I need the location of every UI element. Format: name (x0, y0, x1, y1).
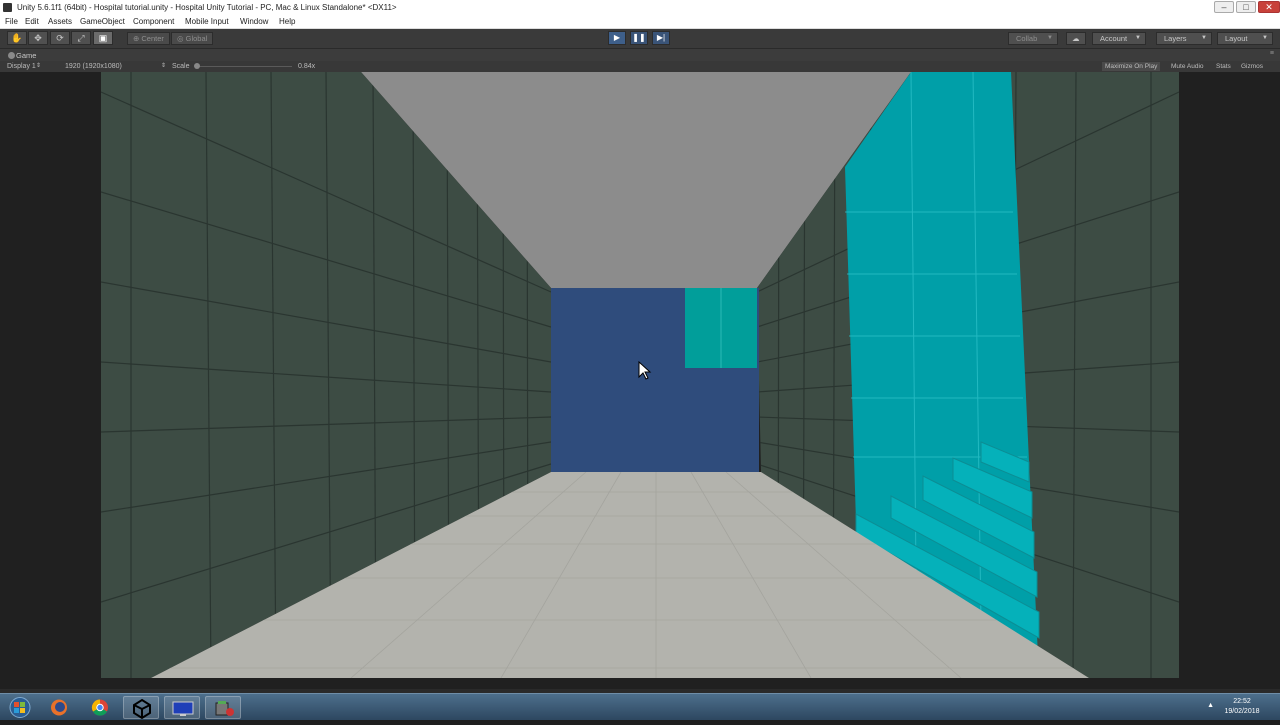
space-label: Global (185, 34, 208, 43)
clock-date: 19/02/2018 (1224, 708, 1260, 715)
maximize-button[interactable]: □ (1236, 1, 1256, 13)
menu-gameobject[interactable]: GameObject (80, 15, 125, 28)
menu-help[interactable]: Help (279, 15, 295, 28)
window-title-bar: Unity 5.6.1f1 (64bit) - Hospital tutoria… (0, 0, 1280, 15)
menu-file[interactable]: File (5, 15, 18, 28)
collab-label: Collab (1016, 34, 1038, 43)
menu-component[interactable]: Component (133, 15, 174, 28)
rect-tool-icon[interactable]: ▣ (93, 31, 113, 45)
pivot-label: Center (141, 34, 164, 43)
pause-button[interactable]: ❚❚ (630, 31, 648, 45)
scale-value: 0.84x (298, 63, 316, 70)
stats-toggle[interactable]: Stats (1213, 62, 1234, 71)
tab-game[interactable]: Game (4, 50, 60, 61)
tab-menu-icon[interactable]: ≡ (1270, 50, 1274, 57)
menu-window[interactable]: Window (240, 15, 268, 28)
layers-label: Layers (1164, 34, 1187, 43)
windows-logo-icon (9, 697, 31, 718)
windows-taskbar: ▲ 22:52 19/02/2018 (0, 693, 1280, 720)
collab-dropdown[interactable]: Collab ▼ (1008, 32, 1058, 45)
rotate-tool-icon[interactable]: ⟳ (50, 31, 70, 45)
step-button[interactable]: ▶| (652, 31, 670, 45)
taskbar-clock[interactable]: 22:52 19/02/2018 (1220, 697, 1264, 717)
account-label: Account (1100, 34, 1128, 43)
game-viewport[interactable] (0, 72, 1280, 689)
gizmos-dropdown[interactable]: Gizmos (1238, 62, 1266, 71)
chevron-down-icon: ▼ (1201, 35, 1207, 41)
window-title: Unity 5.6.1f1 (64bit) - Hospital tutoria… (17, 3, 397, 12)
scale-label: Scale (172, 63, 190, 70)
mute-audio-toggle[interactable]: Mute Audio (1168, 62, 1207, 71)
play-button[interactable]: ▶ (608, 31, 626, 45)
move-tool-icon[interactable]: ✥ (28, 31, 48, 45)
tray-expand-icon[interactable]: ▲ (1207, 702, 1214, 709)
firefox-taskbar-icon[interactable] (41, 696, 77, 719)
cloud-icon: ☁ (1072, 34, 1080, 43)
unity-app-icon (3, 3, 12, 12)
chrome-taskbar-icon[interactable] (82, 696, 118, 719)
menu-edit[interactable]: Edit (25, 15, 39, 28)
chevron-down-icon: ▼ (1262, 35, 1268, 41)
pivot-toggle[interactable]: ⊕ Center (127, 32, 170, 45)
chevron-down-icon: ⇕ (161, 63, 167, 69)
clock-time: 22:52 (1233, 698, 1251, 705)
game-scene-render[interactable] (101, 72, 1179, 678)
chevron-down-icon: ▼ (1047, 35, 1053, 41)
game-controller-icon (8, 52, 15, 59)
main-toolbar: ✋ ✥ ⟳ ⤢ ▣ ⊕ Center ◎ Global ▶ ❚❚ ▶| Coll… (0, 29, 1280, 49)
minimize-button[interactable]: – (1214, 1, 1234, 13)
pivot-icon: ⊕ (133, 34, 140, 43)
scale-tool-icon[interactable]: ⤢ (71, 31, 91, 45)
menu-assets[interactable]: Assets (48, 15, 72, 28)
maximize-on-play-toggle[interactable]: Maximize On Play (1102, 62, 1161, 71)
layout-label: Layout (1225, 34, 1248, 43)
tab-game-label: Game (16, 51, 37, 60)
scale-slider-handle[interactable] (194, 63, 200, 69)
account-dropdown[interactable]: Account ▼ (1092, 32, 1146, 45)
menu-mobile-input[interactable]: Mobile Input (185, 15, 229, 28)
display-app-taskbar-icon[interactable] (164, 696, 200, 719)
installer-app-taskbar-icon[interactable] (205, 696, 241, 719)
chevron-down-icon: ⇕ (36, 63, 42, 69)
chevron-down-icon: ▼ (1135, 35, 1141, 41)
resolution-dropdown[interactable]: 1920 (1920x1080) (65, 61, 122, 72)
display-dropdown[interactable]: Display 1 (7, 61, 36, 72)
hand-tool-icon[interactable]: ✋ (7, 31, 27, 45)
layers-dropdown[interactable]: Layers ▼ (1156, 32, 1212, 45)
unity-taskbar-icon[interactable] (123, 696, 159, 720)
game-tab-bar: Game ≡ (0, 49, 1280, 61)
game-view-controls: Display 1 ⇕ 1920 (1920x1080) ⇕ Scale 0.8… (0, 61, 1280, 72)
scale-slider-track[interactable] (196, 66, 292, 67)
close-button[interactable]: ✕ (1258, 1, 1280, 13)
windows-start-button[interactable] (2, 696, 38, 719)
space-toggle[interactable]: ◎ Global (171, 32, 214, 45)
layout-dropdown[interactable]: Layout ▼ (1217, 32, 1273, 45)
cloud-button[interactable]: ☁ (1066, 32, 1086, 45)
menu-bar: File Edit Assets GameObject Component Mo… (0, 15, 1280, 29)
global-icon: ◎ (177, 34, 184, 43)
